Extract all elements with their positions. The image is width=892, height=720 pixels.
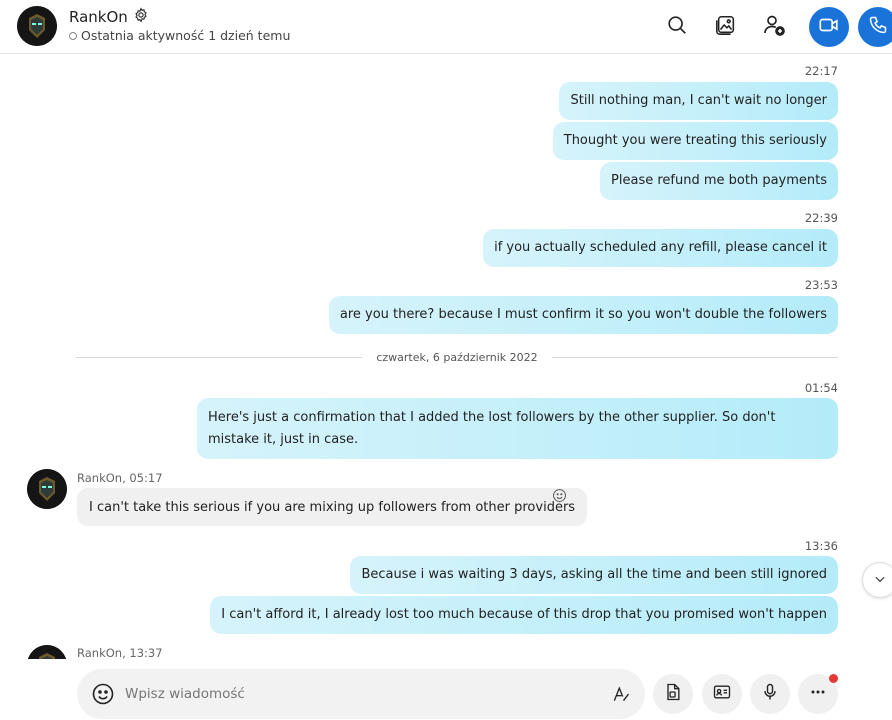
incoming-message[interactable]: I can't take this serious if you are mix… <box>77 488 588 526</box>
more-options-button[interactable] <box>798 674 838 714</box>
chevron-down-icon <box>873 571 887 590</box>
contact-name[interactable]: RankOn <box>69 7 149 27</box>
gear-icon[interactable] <box>133 7 149 27</box>
status-text: Ostatnia aktywność 1 dzień temu <box>81 28 291 43</box>
contact-name-text: RankOn <box>69 8 128 26</box>
message-input[interactable] <box>125 681 585 707</box>
message-timestamp: 22:39 <box>804 211 838 225</box>
date-divider: czwartek, 6 październik 2022 <box>76 349 839 365</box>
send-contact-button[interactable] <box>702 674 742 714</box>
outgoing-message[interactable]: Here's just a confirmation that I added … <box>197 398 838 459</box>
send-file-button[interactable] <box>653 674 693 714</box>
outgoing-message[interactable]: Still nothing man, I can't wait no longe… <box>559 82 838 120</box>
message-composer <box>77 669 645 719</box>
phone-call-button[interactable] <box>858 7 892 47</box>
sender-label: RankOn, 13:37 <box>77 646 163 659</box>
search-icon <box>666 14 688 40</box>
message-timestamp: 13:36 <box>804 539 838 553</box>
message-timestamp: 01:54 <box>804 381 838 395</box>
message-timestamp: 22:17 <box>804 64 838 78</box>
phone-icon <box>868 15 888 39</box>
outgoing-message[interactable]: Please refund me both payments <box>600 162 838 200</box>
sender-avatar[interactable] <box>27 469 67 509</box>
format-text-icon[interactable] <box>611 684 631 704</box>
outgoing-message[interactable]: Because i was waiting 3 days, asking all… <box>350 556 838 594</box>
gallery-icon <box>715 14 737 40</box>
outgoing-message[interactable]: are you there? because I must confirm it… <box>328 296 838 334</box>
message-timestamp: 23:53 <box>804 278 838 292</box>
sender-avatar[interactable] <box>27 645 67 659</box>
chat-header: RankOn Ostatnia aktywność 1 dzień temu <box>0 0 892 54</box>
search-button[interactable] <box>657 7 697 47</box>
microphone-icon <box>760 682 780 706</box>
react-emoji-icon[interactable] <box>552 488 567 507</box>
contact-avatar[interactable] <box>17 6 57 46</box>
more-dots-icon <box>808 682 828 706</box>
outgoing-message[interactable]: if you actually scheduled any refill, pl… <box>483 229 838 267</box>
message-list[interactable]: 22:17 Still nothing man, I can't wait no… <box>0 55 892 659</box>
sender-label: RankOn, 05:17 <box>77 471 163 485</box>
notification-dot <box>829 674 838 683</box>
gallery-button[interactable] <box>706 7 746 47</box>
video-call-button[interactable] <box>809 7 849 47</box>
file-icon <box>663 682 683 706</box>
add-person-button[interactable] <box>754 7 794 47</box>
date-divider-label: czwartek, 6 październik 2022 <box>376 350 538 364</box>
add-person-icon <box>762 13 786 41</box>
outgoing-message[interactable]: Thought you were treating this seriously <box>552 122 838 160</box>
contact-card-icon <box>712 682 732 706</box>
contact-status: Ostatnia aktywność 1 dzień temu <box>69 28 290 43</box>
emoji-icon[interactable] <box>91 682 115 706</box>
status-dot-icon <box>69 31 77 40</box>
scroll-down-button[interactable] <box>862 562 892 598</box>
outgoing-message[interactable]: I can't afford it, I already lost too mu… <box>210 596 838 634</box>
voice-message-button[interactable] <box>750 674 790 714</box>
video-call-icon <box>818 14 840 40</box>
